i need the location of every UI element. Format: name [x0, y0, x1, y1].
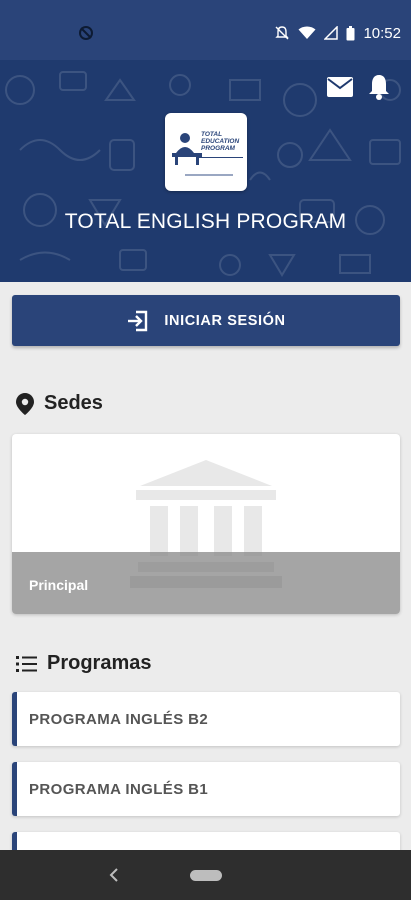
- app-title: TOTAL ENGLISH PROGRAM: [64, 210, 347, 233]
- sedes-section-title: Sedes: [16, 392, 103, 415]
- status-time: 10:52: [363, 24, 401, 42]
- logo-text: TOTAL EDUCATION PROGRAM: [201, 131, 240, 152]
- sedes-title: Sedes: [44, 392, 103, 414]
- program-label: PROGRAMA INGLÉS B1: [29, 780, 209, 798]
- location-pin-icon: [16, 392, 34, 415]
- login-icon: [128, 310, 148, 331]
- app-logo: TOTAL EDUCATION PROGRAM: [165, 113, 247, 191]
- mail-icon[interactable]: [327, 77, 353, 97]
- logo-footer-line: [185, 174, 233, 176]
- status-bar: 10:52: [0, 0, 411, 60]
- wifi-icon: [298, 26, 316, 39]
- back-icon[interactable]: [108, 867, 120, 883]
- teacher-desk-icon: [172, 133, 202, 165]
- program-item-b2[interactable]: PROGRAMA INGLÉS B2: [12, 692, 400, 746]
- login-button-label: INICIAR SESIÓN: [164, 312, 286, 329]
- home-pill[interactable]: [190, 870, 222, 881]
- notifications-off-icon: [275, 26, 290, 40]
- sede-card-label: Principal: [29, 577, 89, 593]
- sync-off-icon: [79, 26, 93, 40]
- logo-divider: [199, 157, 243, 158]
- list-icon: [16, 655, 37, 672]
- program-label: PROGRAMA INGLÉS B2: [29, 710, 209, 728]
- sede-card-principal[interactable]: Principal: [12, 434, 400, 614]
- battery-icon: [346, 25, 355, 40]
- app-header: TOTAL EDUCATION PROGRAM TOTAL ENGLISH PR…: [0, 60, 411, 282]
- system-nav-bar: [0, 850, 411, 900]
- program-item-b1[interactable]: PROGRAMA INGLÉS B1: [12, 762, 400, 816]
- bell-icon[interactable]: [367, 74, 391, 100]
- programas-section-title: Programas: [16, 652, 152, 675]
- login-button[interactable]: INICIAR SESIÓN: [12, 295, 400, 346]
- programas-title: Programas: [47, 652, 152, 674]
- signal-icon: [324, 26, 339, 40]
- status-icons: 10:52: [274, 24, 401, 42]
